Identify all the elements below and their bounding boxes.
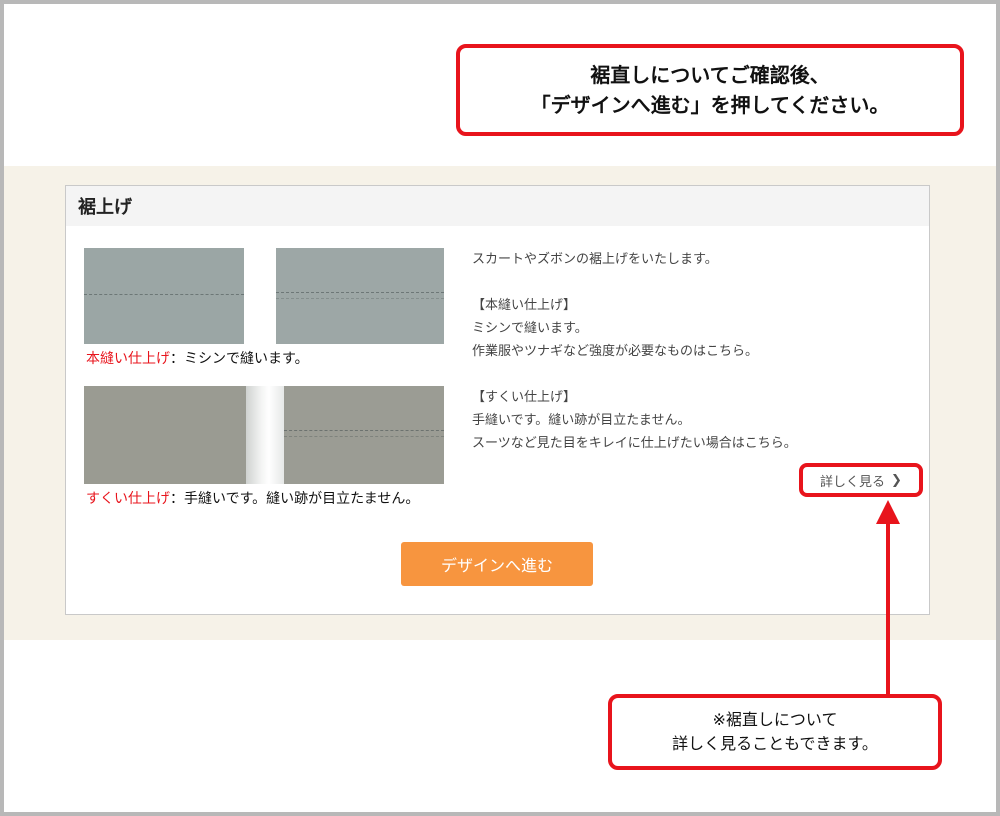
desc-hon-title: 【本縫い仕上げ】 xyxy=(472,298,577,313)
chevron-right-icon: ❯ xyxy=(891,472,902,488)
desc-sukui-title: 【すくい仕上げ】 xyxy=(472,390,577,405)
panel-title: 裾上げ xyxy=(66,186,929,226)
hem-panel: 裾上げ 本縫い仕上げ：ミシンで縫います。 すくい仕上げ：手縫いです。縫い跡が目立… xyxy=(65,185,930,615)
callout-bottom-line1: ※裾直しについて xyxy=(712,710,838,729)
desc-sukui-line2: スーツなど見た目をキレイに仕上げたい場合はこちら。 xyxy=(472,436,797,451)
desc-intro: スカートやズボンの裾上げをいたします。 xyxy=(472,252,718,267)
instruction-callout-top: 裾直しについてご確認後、 「デザインへ進む」を押してください。 xyxy=(456,44,964,136)
hem-description: スカートやズボンの裾上げをいたします。 【本縫い仕上げ】 ミシンで縫います。 作… xyxy=(472,248,912,455)
desc-hon-line2: 作業服やツナギなど強度が必要なものはこちら。 xyxy=(472,344,759,359)
desc-sukui-line1: 手縫いです。縫い跡が目立たません。 xyxy=(472,413,691,428)
sukui-caption-text: ：手縫いです。縫い跡が目立たません。 xyxy=(170,491,420,507)
instruction-callout-bottom: ※裾直しについて 詳しく見ることもできます。 xyxy=(608,694,942,770)
arrow-line xyxy=(886,518,890,694)
sukui-caption: すくい仕上げ：手縫いです。縫い跡が目立たません。 xyxy=(86,488,419,508)
more-details-link[interactable]: 詳しく見る ❯ xyxy=(799,463,923,497)
hon-nui-caption-label: 本縫い仕上げ xyxy=(86,351,170,367)
more-details-label: 詳しく見る xyxy=(820,474,886,490)
callout-top-line1: 裾直しについてご確認後、 xyxy=(590,63,830,87)
hon-nui-caption-text: ：ミシンで縫います。 xyxy=(170,351,309,367)
sukui-caption-label: すくい仕上げ xyxy=(86,491,170,507)
sukui-photo-right xyxy=(284,386,444,484)
hon-nui-photo-right xyxy=(276,248,444,344)
sukui-photo-gap xyxy=(246,386,284,484)
desc-hon-line1: ミシンで縫います。 xyxy=(472,321,588,336)
callout-top-line2: 「デザインへ進む」を押してください。 xyxy=(530,93,890,117)
hon-nui-caption: 本縫い仕上げ：ミシンで縫います。 xyxy=(86,348,309,368)
callout-bottom-line2: 詳しく見ることもできます。 xyxy=(672,734,878,753)
proceed-to-design-button[interactable]: デザインへ進む xyxy=(401,542,593,586)
sukui-photo-left xyxy=(84,386,246,484)
hon-nui-photo-left xyxy=(84,248,244,344)
